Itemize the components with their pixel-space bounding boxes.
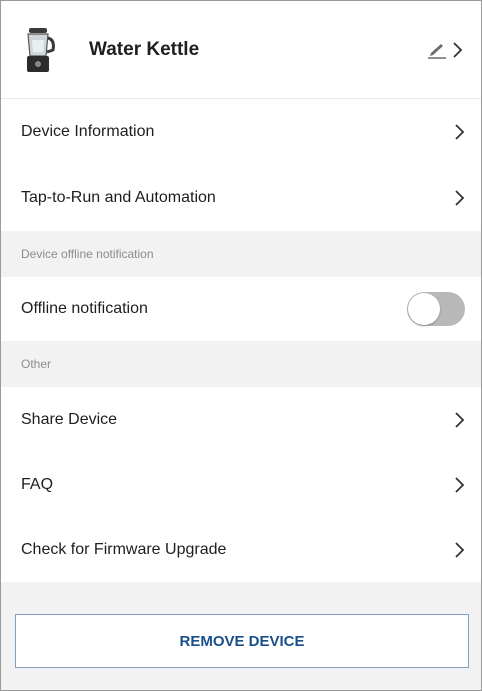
toggle-knob [408,293,440,325]
faq-row[interactable]: FAQ [1,452,481,517]
device-header[interactable]: Water Kettle [1,1,481,99]
device-information-label: Device Information [21,123,155,140]
tap-to-run-row[interactable]: Tap-to-Run and Automation [1,165,481,231]
faq-label: FAQ [21,475,54,493]
other-section-header: Other [1,341,481,387]
chevron-right-icon [453,41,463,58]
remove-device-button[interactable]: REMOVE DEVICE [15,614,469,668]
device-settings-screen: Water Kettle Device Information Tap-to-R… [0,0,482,691]
offline-notification-toggle[interactable] [407,292,465,326]
edit-name-control[interactable] [427,41,463,59]
firmware-upgrade-row[interactable]: Check for Firmware Upgrade [1,517,481,582]
offline-notification-row: Offline notification [1,277,481,341]
chevron-right-icon [455,190,465,206]
chevron-right-icon [455,476,465,493]
chevron-right-icon [455,541,465,558]
share-device-row[interactable]: Share Device [1,387,481,452]
offline-section-header: Device offline notification [1,231,481,277]
offline-notification-label: Offline notification [21,300,148,317]
share-device-label: Share Device [21,410,118,428]
blender-icon [27,27,55,72]
device-information-row[interactable]: Device Information [1,99,481,165]
tap-to-run-label: Tap-to-Run and Automation [21,189,216,206]
chevron-right-icon [455,411,465,428]
remove-device-area: REMOVE DEVICE [1,582,481,668]
device-name: Water Kettle [89,38,200,60]
chevron-right-icon [455,124,465,140]
firmware-upgrade-label: Check for Firmware Upgrade [21,540,227,558]
pencil-edit-icon[interactable] [427,41,447,59]
